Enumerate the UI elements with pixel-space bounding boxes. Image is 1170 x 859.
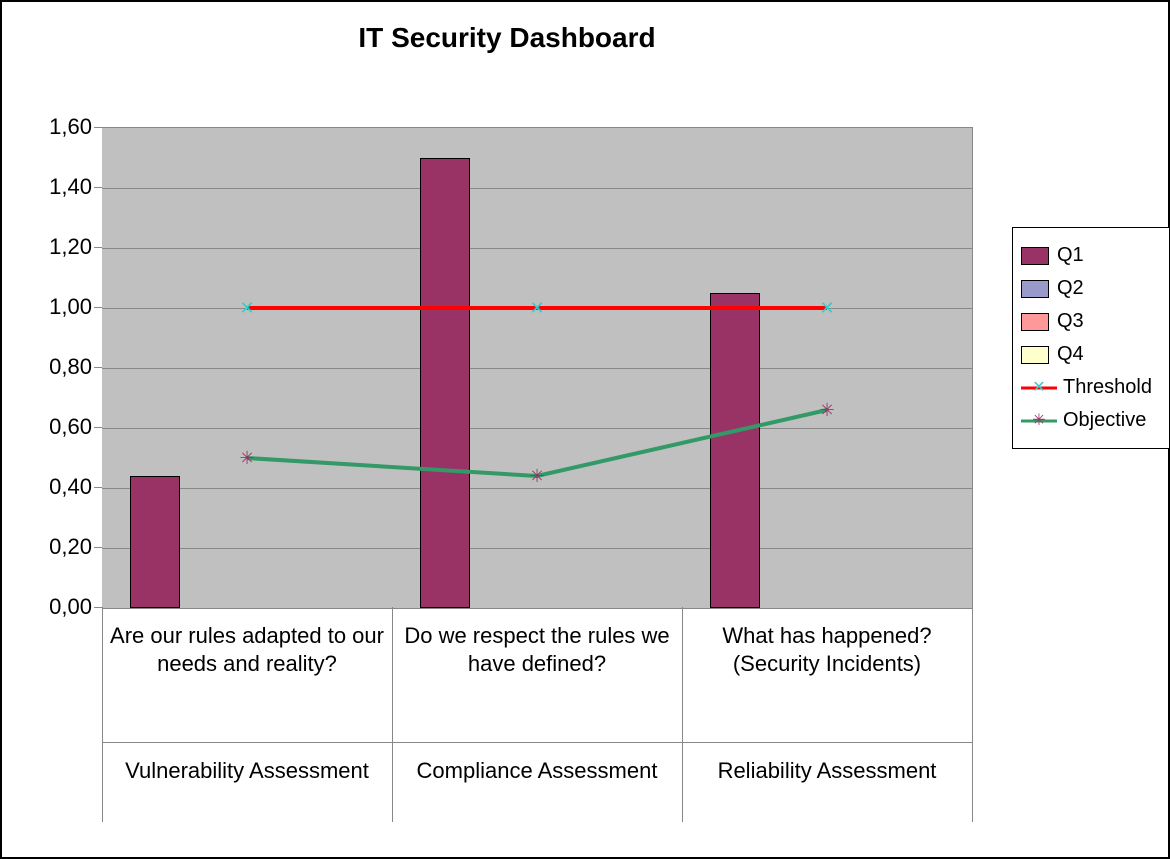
x-category-label: Are our rules adapted to our needs and r…	[107, 622, 387, 677]
x-divider	[682, 607, 683, 822]
legend-swatch-icon	[1021, 280, 1049, 298]
x-divider	[102, 607, 103, 822]
legend-label: Objective	[1063, 409, 1146, 432]
legend-swatch-icon	[1021, 346, 1049, 364]
x-divider	[972, 607, 973, 822]
y-tick-label: 1,20	[32, 234, 92, 260]
y-tick-label: 0,60	[32, 414, 92, 440]
y-tick-label: 1,60	[32, 114, 92, 140]
legend-label: Threshold	[1063, 376, 1152, 399]
x-row-divider	[102, 742, 972, 743]
legend-label: Q3	[1057, 310, 1084, 333]
x-group-label: Vulnerability Assessment	[107, 757, 387, 785]
legend-item-q4: Q4	[1021, 343, 1161, 366]
y-tick-label: 0,20	[32, 534, 92, 560]
legend-item-threshold: ✕ Threshold	[1021, 376, 1161, 399]
chart-container: IT Security Dashboard ✕ ✕ ✕ ✳ ✳ ✳ 1,60	[0, 0, 1170, 859]
x-category-label: What has happened? (Security Incidents)	[687, 622, 967, 677]
legend-swatch-icon	[1021, 313, 1049, 331]
y-tick-label: 0,40	[32, 474, 92, 500]
objective-line	[102, 128, 972, 608]
legend-label: Q4	[1057, 343, 1084, 366]
x-group-label: Compliance Assessment	[397, 757, 677, 785]
plot-area: ✕ ✕ ✕ ✳ ✳ ✳	[102, 127, 973, 608]
y-tick-label: 1,40	[32, 174, 92, 200]
y-tick-label: 0,00	[32, 594, 92, 620]
x-group-label: Reliability Assessment	[687, 757, 967, 785]
y-tick-label: 0,80	[32, 354, 92, 380]
legend: Q1 Q2 Q3 Q4 ✕ Threshold ✳ Objective	[1012, 227, 1170, 449]
x-divider	[392, 607, 393, 822]
legend-item-q2: Q2	[1021, 277, 1161, 300]
legend-swatch-icon	[1021, 247, 1049, 265]
legend-item-objective: ✳ Objective	[1021, 409, 1161, 432]
legend-item-q3: Q3	[1021, 310, 1161, 333]
x-category-label: Do we respect the rules we have defined?	[397, 622, 677, 677]
legend-line-icon: ✳	[1021, 412, 1057, 430]
legend-label: Q1	[1057, 244, 1084, 267]
chart-title: IT Security Dashboard	[2, 22, 1012, 54]
legend-item-q1: Q1	[1021, 244, 1161, 267]
y-tick-label: 1,00	[32, 294, 92, 320]
legend-line-icon: ✕	[1021, 379, 1057, 397]
legend-label: Q2	[1057, 277, 1084, 300]
